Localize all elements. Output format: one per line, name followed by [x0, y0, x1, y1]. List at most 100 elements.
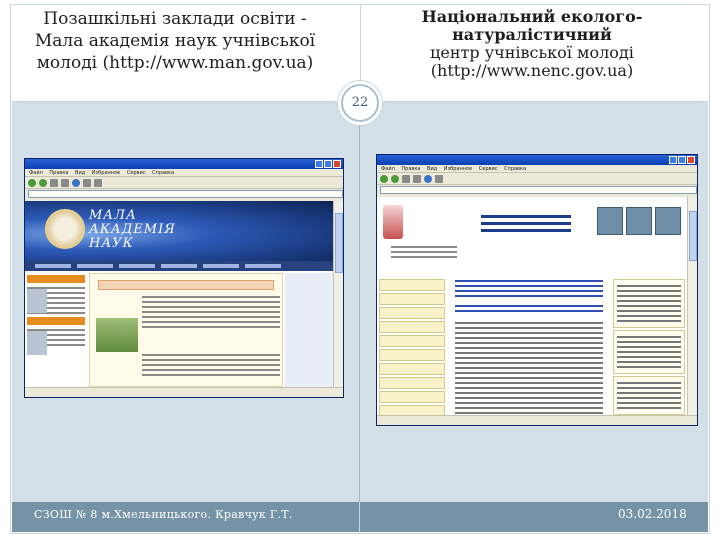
news-photo: [96, 318, 138, 352]
browser-toolbar: [377, 173, 697, 185]
menu-item[interactable]: [379, 405, 445, 415]
man-main-column: [89, 273, 283, 387]
browser-titlebar: [25, 159, 343, 169]
menu-item[interactable]: [379, 391, 445, 403]
favorites-icon[interactable]: [94, 178, 102, 187]
refresh-icon[interactable]: [413, 174, 421, 183]
footer-date: 03.02.2018: [618, 507, 687, 521]
address-bar: [25, 189, 343, 199]
address-field[interactable]: [28, 190, 343, 198]
menu-favorites[interactable]: Избранное: [92, 170, 120, 176]
contact-text: [389, 243, 459, 261]
nav-item[interactable]: [245, 264, 281, 268]
forward-icon[interactable]: [39, 178, 47, 187]
home-icon[interactable]: [424, 174, 432, 183]
menu-view[interactable]: Вид: [75, 170, 85, 176]
menu-help[interactable]: Справка: [152, 170, 174, 176]
announcement-box: [613, 330, 685, 374]
nav-item[interactable]: [161, 264, 197, 268]
stop-icon[interactable]: [402, 174, 410, 183]
maximize-icon[interactable]: [324, 160, 332, 168]
page-number-badge: 22: [341, 84, 379, 122]
menu-item[interactable]: [379, 349, 445, 361]
search-icon[interactable]: [83, 178, 91, 187]
sidebar-header: [27, 317, 85, 325]
nav-item[interactable]: [203, 264, 239, 268]
nav-item[interactable]: [119, 264, 155, 268]
scrollbar[interactable]: [687, 197, 697, 415]
minimize-icon[interactable]: [669, 156, 677, 164]
nenc-main-column: [451, 277, 607, 415]
sidebar-header: [27, 275, 85, 283]
browser-titlebar: [377, 155, 697, 165]
content-divider: [359, 102, 360, 502]
address-field[interactable]: [380, 186, 697, 194]
footer-author: СЗОШ № 8 м.Хмельницького. Кравчук Г.Т.: [34, 508, 293, 521]
main-header: [98, 280, 274, 290]
menu-view[interactable]: Вид: [427, 166, 437, 172]
scrollbar-thumb[interactable]: [335, 213, 343, 273]
status-bar: [25, 387, 343, 397]
menu-item[interactable]: [379, 279, 445, 291]
nenc-header-photos: [597, 207, 681, 235]
news-text: [140, 296, 282, 328]
article-text: [451, 322, 607, 415]
maximize-icon[interactable]: [678, 156, 686, 164]
refresh-icon[interactable]: [61, 178, 69, 187]
man-right-column: [285, 273, 333, 387]
nav-item[interactable]: [35, 264, 71, 268]
menu-item[interactable]: [379, 321, 445, 333]
header-photo: [626, 207, 652, 235]
window-controls: [315, 160, 341, 168]
minimize-icon[interactable]: [315, 160, 323, 168]
menu-edit[interactable]: Правка: [49, 170, 68, 176]
menu-file[interactable]: Файл: [381, 166, 395, 172]
sidebar-image: [27, 331, 47, 355]
back-icon[interactable]: [380, 174, 388, 183]
man-sidebar: [25, 273, 87, 387]
menu-file[interactable]: Файл: [29, 170, 43, 176]
menu-item[interactable]: [379, 307, 445, 319]
nav-item[interactable]: [77, 264, 113, 268]
menu-edit[interactable]: Правка: [401, 166, 420, 172]
scrollbar-thumb[interactable]: [689, 211, 697, 261]
close-icon[interactable]: [333, 160, 341, 168]
title-left-line3: молоді (http://www.man.gov.ua): [36, 53, 314, 73]
nenc-right-column: [611, 277, 687, 415]
forward-icon[interactable]: [391, 174, 399, 183]
menu-tools[interactable]: Сервис: [127, 170, 146, 176]
browser-toolbar: [25, 177, 343, 189]
close-icon[interactable]: [687, 156, 695, 164]
news-text: [140, 354, 282, 376]
title-right-line2: центр учнівської молоді: [430, 43, 634, 62]
home-icon[interactable]: [72, 178, 80, 187]
page-content-nenc: [377, 197, 687, 415]
announcement-box: [613, 279, 685, 328]
search-icon[interactable]: [435, 174, 443, 183]
menu-item[interactable]: [379, 377, 445, 389]
news-links[interactable]: [451, 305, 607, 312]
back-icon[interactable]: [28, 178, 36, 187]
news-links[interactable]: [451, 280, 607, 297]
title-right-line1: Національний еколого-натуралістичний: [421, 7, 643, 44]
menu-favorites[interactable]: Избранное: [444, 166, 472, 172]
window-controls: [669, 156, 695, 164]
menu-item[interactable]: [379, 363, 445, 375]
title-left-line2: Мала академія наук учнівської: [34, 31, 316, 51]
menu-help[interactable]: Справка: [504, 166, 526, 172]
menu-tools[interactable]: Сервис: [479, 166, 498, 172]
address-bar: [377, 185, 697, 195]
title-right-line3: (http://www.nenc.gov.ua): [430, 61, 634, 80]
scrollbar[interactable]: [333, 201, 343, 387]
nenc-left-menu: [377, 277, 447, 415]
header-photo: [597, 207, 623, 235]
announcement-box: [613, 376, 685, 415]
menu-item[interactable]: [379, 335, 445, 347]
browser-window-nenc: Файл Правка Вид Избранное Сервис Справка: [376, 154, 698, 426]
menu-item[interactable]: [379, 293, 445, 305]
status-bar: [377, 415, 697, 425]
browser-menubar: Файл Правка Вид Избранное Сервис Справка: [377, 165, 697, 173]
stop-icon[interactable]: [50, 178, 58, 187]
man-logo-emblem: [45, 209, 85, 249]
nenc-header: [377, 197, 687, 267]
